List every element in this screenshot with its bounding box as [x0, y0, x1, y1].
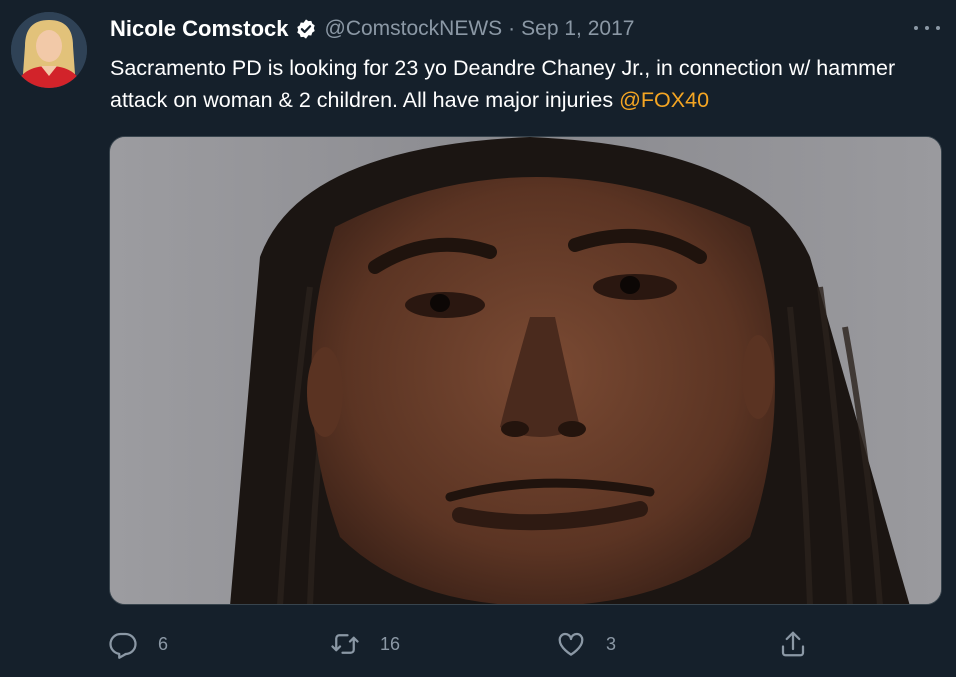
tweet-actions: 6 16 3 — [108, 624, 938, 664]
tweet-text: Sacramento PD is looking for 23 yo Deand… — [110, 52, 940, 116]
like-button[interactable]: 3 — [556, 624, 616, 664]
tweet-date[interactable]: Sep 1, 2017 — [521, 17, 634, 41]
reply-icon — [109, 632, 137, 659]
tweet-header: Nicole Comstock @ComstockNEWS · Sep 1, 2… — [110, 14, 634, 44]
avatar[interactable] — [11, 12, 87, 88]
heart-icon — [558, 632, 584, 656]
tweet-body: Sacramento PD is looking for 23 yo Deand… — [110, 56, 896, 112]
separator-dot: · — [508, 17, 516, 40]
like-count: 3 — [606, 633, 617, 654]
reply-count: 6 — [158, 633, 169, 654]
reply-button[interactable]: 6 — [108, 624, 168, 664]
share-icon — [781, 631, 805, 657]
display-name[interactable]: Nicole Comstock — [110, 16, 289, 42]
photo-image — [110, 137, 941, 604]
retweet-icon — [331, 634, 359, 654]
tweet[interactable]: Nicole Comstock @ComstockNEWS · Sep 1, 2… — [0, 0, 956, 677]
retweet-count: 16 — [380, 633, 401, 654]
mention-link[interactable]: @FOX40 — [619, 88, 709, 112]
tweet-photo[interactable] — [109, 136, 942, 605]
avatar-image — [11, 12, 87, 88]
more-options-icon[interactable] — [914, 18, 940, 38]
retweet-button[interactable]: 16 — [330, 624, 400, 664]
handle[interactable]: @ComstockNEWS — [325, 17, 503, 41]
verified-badge-icon — [296, 19, 315, 39]
share-button[interactable] — [778, 624, 808, 664]
